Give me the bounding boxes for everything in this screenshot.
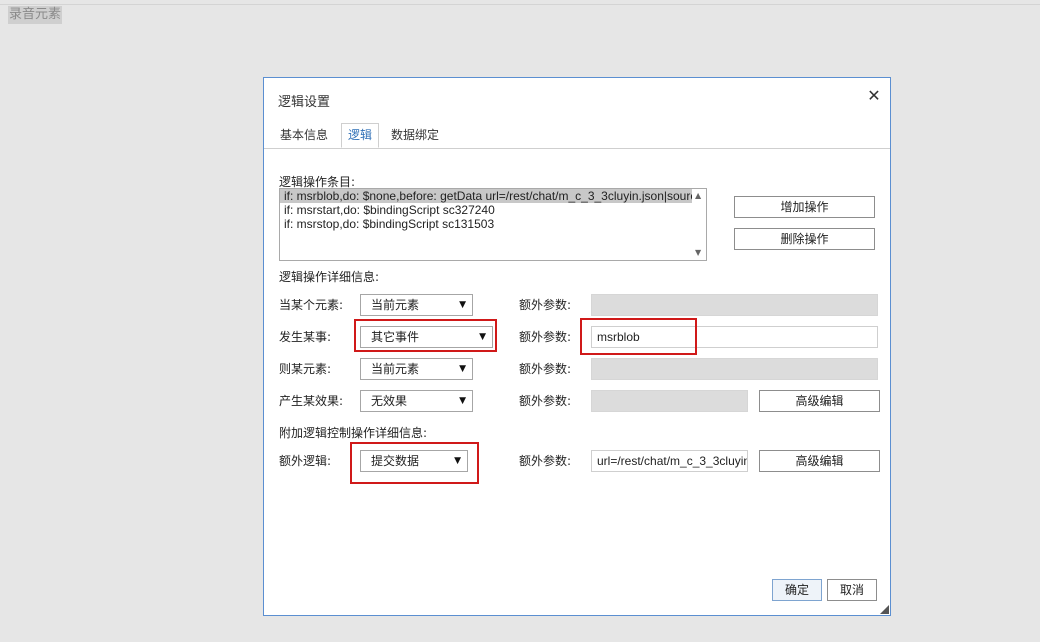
effect-extra-field	[591, 390, 748, 412]
list-scrollbar[interactable]: ▲ ▼	[692, 189, 706, 260]
logic-settings-dialog: 逻辑设置 ✕ 基本信息 逻辑 数据绑定 逻辑操作条目: if: msrblob,…	[263, 77, 891, 616]
ok-button[interactable]: 确定	[772, 579, 822, 601]
tab-basic-info[interactable]: 基本信息	[274, 123, 334, 147]
scroll-down-icon[interactable]: ▼	[695, 248, 701, 257]
detail-section-label: 逻辑操作详细信息:	[279, 270, 380, 284]
target-extra-field	[591, 358, 878, 380]
resize-handle-icon[interactable]	[880, 605, 889, 614]
element-extra-label: 额外参数:	[519, 298, 572, 312]
list-item[interactable]: if: msrblob,do: $none,before: getData ur…	[280, 189, 706, 203]
effect-select[interactable]: 无效果 ▼	[360, 390, 473, 412]
target-select-value: 当前元素	[371, 362, 420, 376]
effect-advanced-edit-button[interactable]: 高级编辑	[759, 390, 880, 412]
add-operation-button[interactable]: 增加操作	[734, 196, 875, 218]
element-extra-field	[591, 294, 878, 316]
extra-logic-extra-input[interactable]: url=/rest/chat/m_c_3_3cluyin.json	[591, 450, 748, 472]
event-label: 发生某事:	[279, 330, 332, 344]
event-select-value: 其它事件	[371, 330, 420, 344]
list-item[interactable]: if: msrstart,do: $bindingScript sc327240	[280, 203, 706, 217]
event-select[interactable]: 其它事件 ▼	[360, 326, 493, 348]
effect-extra-label: 额外参数:	[519, 394, 572, 408]
target-extra-label: 额外参数:	[519, 362, 572, 376]
top-divider	[0, 4, 1040, 5]
tab-logic[interactable]: 逻辑	[341, 123, 380, 148]
chevron-down-icon: ▼	[454, 456, 461, 466]
page-element-label[interactable]: 录音元素	[8, 6, 63, 24]
tab-data-binding[interactable]: 数据绑定	[385, 123, 445, 147]
cancel-button[interactable]: 取消	[827, 579, 877, 601]
extra-logic-extra-label: 额外参数:	[519, 454, 572, 468]
chevron-down-icon: ▼	[459, 396, 466, 406]
chevron-down-icon: ▼	[459, 364, 466, 374]
effect-label: 产生某效果:	[279, 394, 344, 408]
list-item[interactable]: if: msrstop,do: $bindingScript sc131503	[280, 217, 706, 231]
element-label: 当某个元素:	[279, 298, 344, 312]
element-select-value: 当前元素	[371, 298, 420, 312]
extra-logic-select-value: 提交数据	[371, 454, 420, 468]
logic-items-list[interactable]: if: msrblob,do: $none,before: getData ur…	[279, 188, 707, 261]
chevron-down-icon: ▼	[459, 300, 466, 310]
extra-logic-advanced-edit-button[interactable]: 高级编辑	[759, 450, 880, 472]
extra-logic-select[interactable]: 提交数据 ▼	[360, 450, 468, 472]
chevron-down-icon: ▼	[479, 332, 486, 342]
target-label: 则某元素:	[279, 362, 332, 376]
extra-section-label: 附加逻辑控制操作详细信息:	[279, 426, 428, 440]
target-select[interactable]: 当前元素 ▼	[360, 358, 473, 380]
element-select[interactable]: 当前元素 ▼	[360, 294, 473, 316]
event-extra-label: 额外参数:	[519, 330, 572, 344]
dialog-title: 逻辑设置	[278, 95, 331, 110]
delete-operation-button[interactable]: 删除操作	[734, 228, 875, 250]
tab-bar: 基本信息 逻辑 数据绑定	[264, 123, 890, 149]
extra-logic-label: 额外逻辑:	[279, 454, 332, 468]
event-extra-input[interactable]: msrblob	[591, 326, 878, 348]
scroll-up-icon[interactable]: ▲	[695, 191, 701, 200]
effect-select-value: 无效果	[371, 394, 408, 408]
close-icon[interactable]: ✕	[866, 87, 882, 105]
